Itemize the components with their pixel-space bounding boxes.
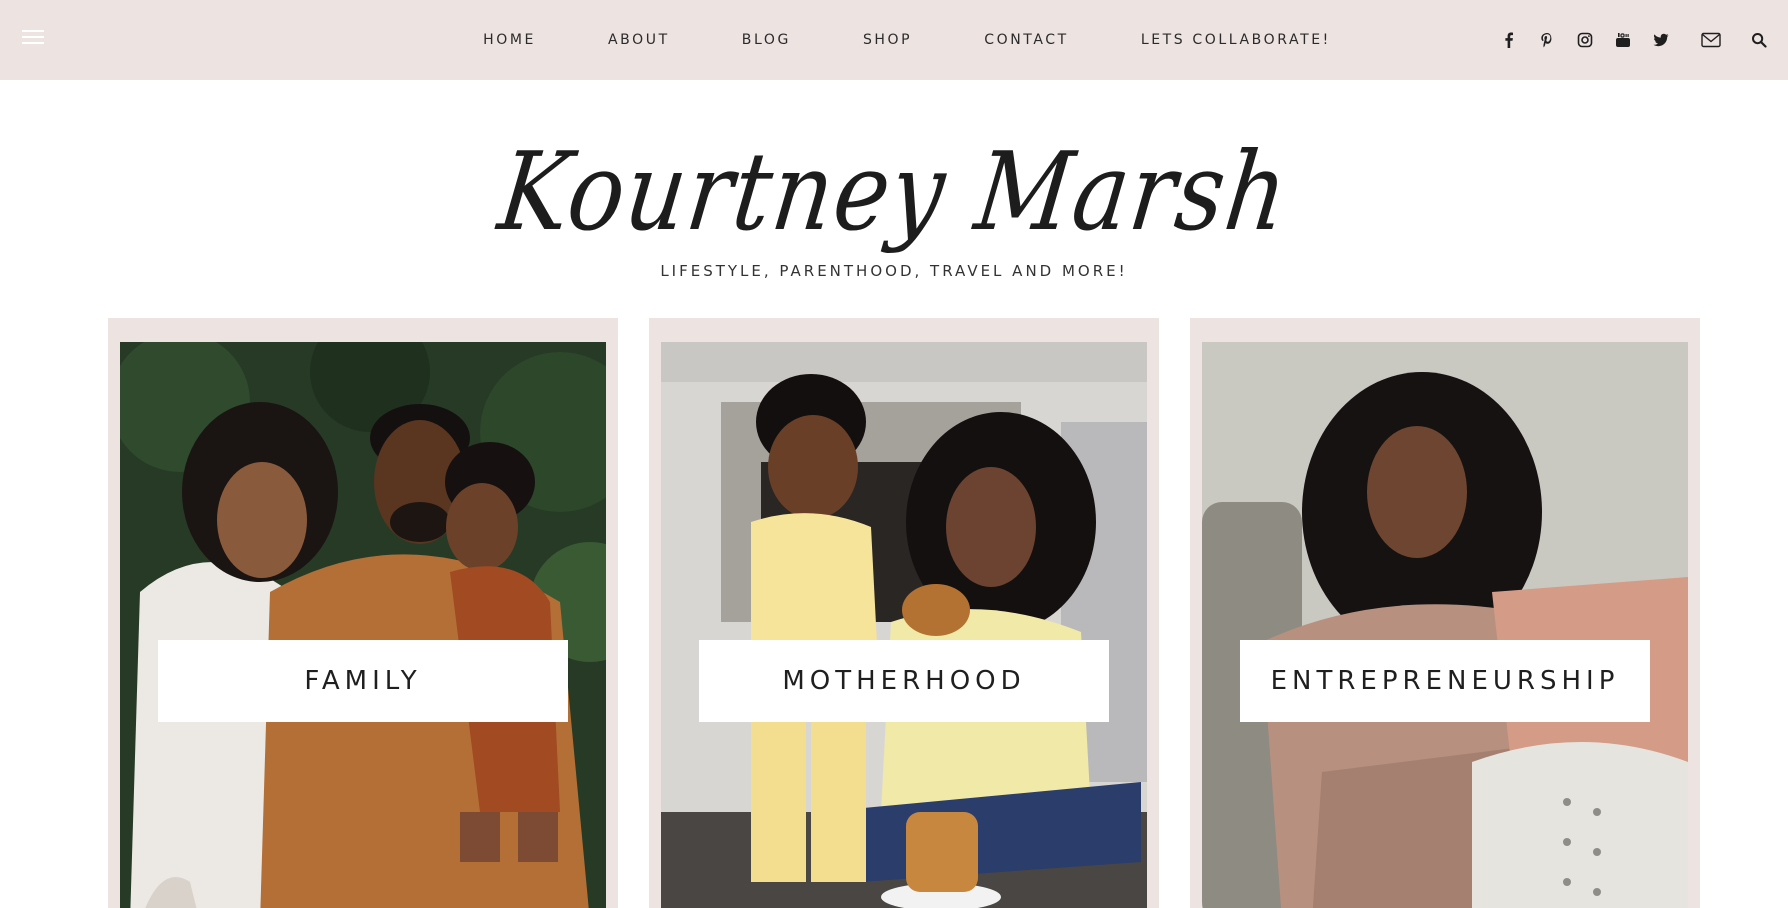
category-card-entrepreneurship: ENTREPRENEURSHIP: [1190, 318, 1700, 908]
category-card-family: FAMILY: [108, 318, 618, 908]
site-tagline: LIFESTYLE, PARENTHOOD, TRAVEL AND MORE!: [660, 262, 1128, 280]
family-photo[interactable]: [120, 342, 606, 908]
category-label-entrepreneurship[interactable]: ENTREPRENEURSHIP: [1240, 640, 1650, 722]
nav-item-blog[interactable]: BLOG: [706, 32, 827, 48]
search-icon[interactable]: [1740, 26, 1778, 54]
category-card-motherhood: MOTHERHOOD: [649, 318, 1159, 908]
nav-item-shop[interactable]: SHOP: [827, 32, 948, 48]
logo-text: Kourtney Marsh: [492, 130, 1296, 255]
twitter-icon[interactable]: [1642, 26, 1680, 54]
site-logo[interactable]: Kourtney Marsh: [0, 118, 1788, 268]
pinterest-icon[interactable]: [1528, 26, 1566, 54]
nav-item-lets-collaborate[interactable]: LETS COLLABORATE!: [1105, 32, 1367, 48]
motherhood-photo[interactable]: [661, 342, 1147, 908]
mail-icon[interactable]: [1692, 26, 1730, 54]
social-links: [1490, 26, 1788, 54]
nav-item-about[interactable]: ABOUT: [572, 32, 706, 48]
category-label-motherhood[interactable]: MOTHERHOOD: [699, 640, 1109, 722]
nav-item-home[interactable]: HOME: [447, 32, 572, 48]
youtube-icon[interactable]: [1604, 26, 1642, 54]
category-cards: FAMILY MOTHERHOOD ENTREPRENEURSHIP: [0, 318, 1788, 908]
facebook-icon[interactable]: [1490, 26, 1528, 54]
instagram-icon[interactable]: [1566, 26, 1604, 54]
category-label-family[interactable]: FAMILY: [158, 640, 568, 722]
nav-item-contact[interactable]: CONTACT: [948, 32, 1105, 48]
entrepreneurship-photo[interactable]: [1202, 342, 1688, 908]
top-navigation-bar: HOME ABOUT BLOG SHOP CONTACT LETS COLLAB…: [0, 0, 1788, 80]
